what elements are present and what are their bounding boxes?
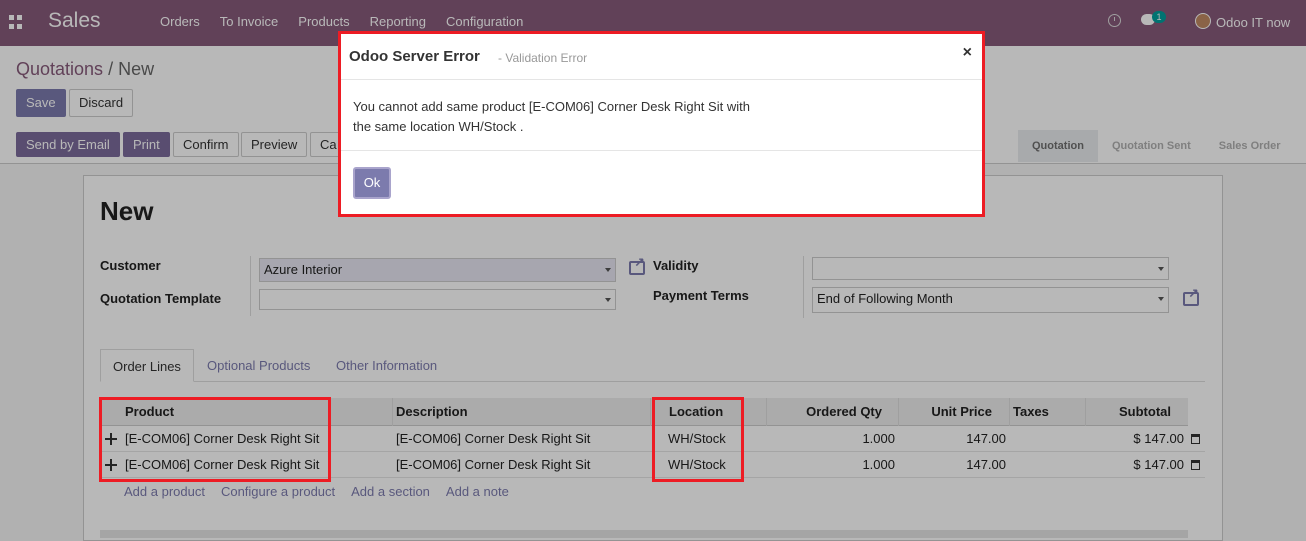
dialog-message: You cannot add same product [E-COM06] Co… [353, 97, 773, 137]
close-icon[interactable]: × [963, 44, 972, 62]
dialog-subtitle: - Validation Error [498, 51, 588, 65]
ok-button[interactable]: Ok [353, 167, 391, 199]
product-column-highlight [99, 397, 331, 482]
dialog-title: Odoo Server Error [349, 48, 480, 65]
dialog-message-line: You cannot add same product [E-COM06] Co… [353, 99, 750, 114]
dialog-message-line: the same location WH/Stock . [353, 119, 524, 134]
dialog-divider [341, 150, 982, 151]
location-column-highlight [652, 397, 744, 482]
dialog-divider [341, 79, 982, 80]
server-error-dialog: Odoo Server Error - Validation Error × Y… [338, 31, 985, 217]
